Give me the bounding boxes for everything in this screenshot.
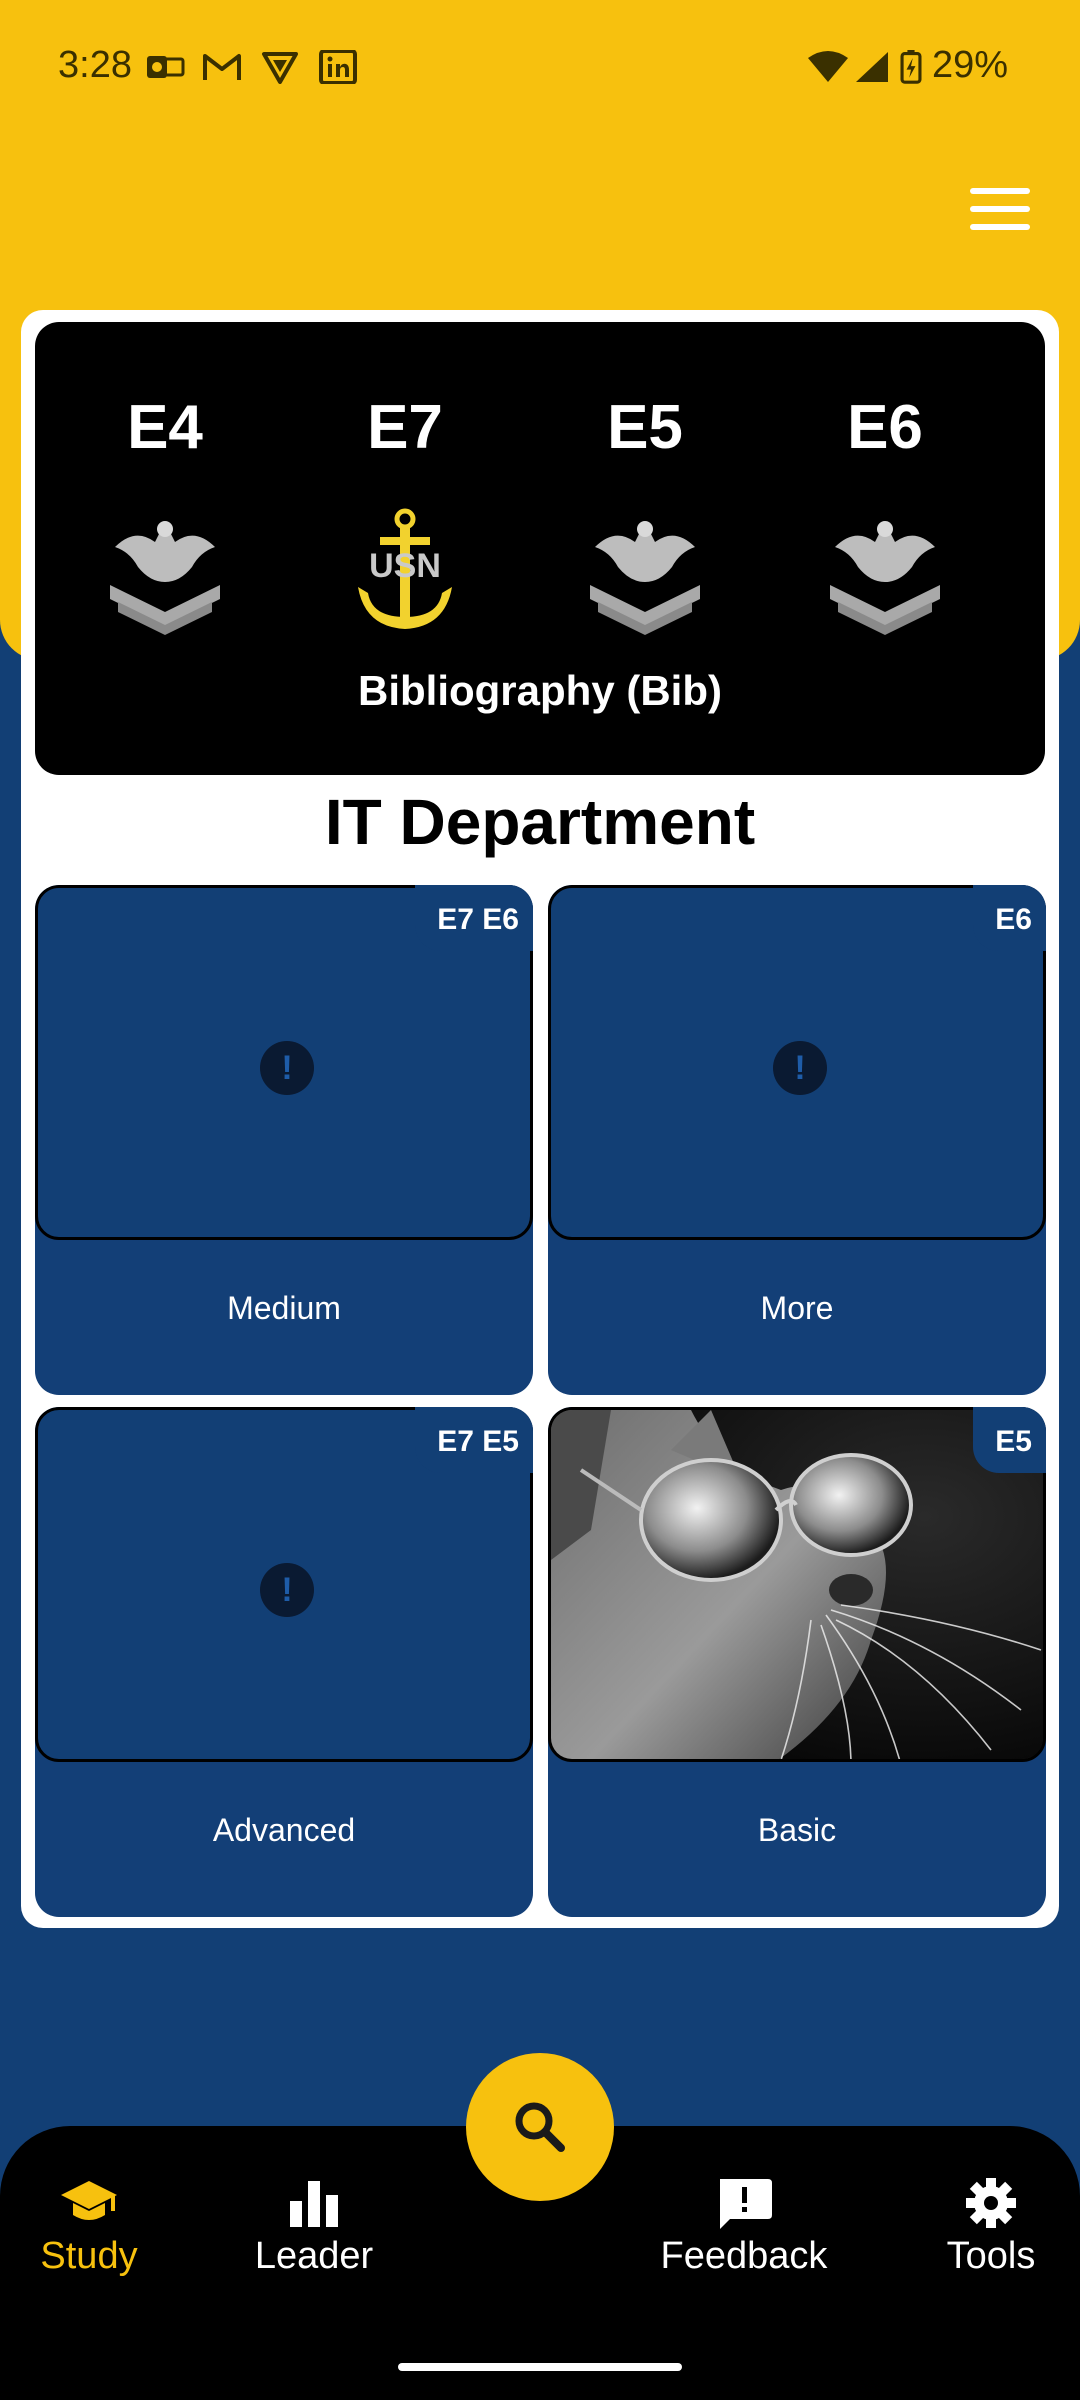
wifi-icon [808, 51, 848, 82]
proton-vpn-icon [262, 52, 298, 84]
petty-officer-eagle-chevron-icon [590, 521, 700, 635]
hamburger-menu-icon[interactable] [970, 184, 1040, 234]
rank-badge: E6 [973, 885, 1046, 951]
tile-label: Medium [227, 1290, 341, 1326]
study-tile-medium[interactable]: ! E7 E6 Medium [35, 885, 533, 1395]
alert-icon: ! [260, 1041, 314, 1095]
nav-item-tools[interactable]: Tools [891, 2175, 1080, 2278]
nav-item-feedback[interactable]: Feedback [644, 2175, 844, 2278]
study-tile-basic[interactable]: E5 Basic [548, 1407, 1046, 1917]
status-time: 3:28 [58, 44, 132, 86]
status-bar: 3:28 29% [0, 0, 1080, 135]
tile-media [548, 1407, 1046, 1762]
linkedin-icon [319, 50, 357, 84]
gmail-icon [203, 54, 241, 80]
department-title: IT Department [324, 786, 756, 858]
nav-label: Tools [946, 2235, 1036, 2277]
study-tile-advanced[interactable]: ! E7 E5 Advanced [35, 1407, 533, 1917]
nav-item-leader[interactable]: Leader [214, 2175, 414, 2278]
outlook-icon [147, 56, 185, 78]
study-tile-more[interactable]: ! E6 More [548, 885, 1046, 1395]
rank-hero-banner[interactable]: E4 E7 E5 E6 USN Bibliography (Bib) [35, 322, 1045, 775]
search-button[interactable] [466, 2053, 614, 2201]
gear-icon [966, 2178, 1016, 2228]
cat-with-sunglasses-image [551, 1410, 1043, 1759]
rank-label: E4 [127, 393, 203, 462]
alert-icon: ! [773, 1041, 827, 1095]
nav-item-study[interactable]: Study [0, 2175, 189, 2278]
petty-officer-eagle-chevron-icon [830, 521, 940, 635]
battery-percent: 29% [932, 44, 1009, 86]
chief-anchor-usn-icon: USN [358, 508, 452, 629]
svg-text:USN: USN [369, 547, 441, 585]
alert-icon: ! [260, 1563, 314, 1617]
bar-chart-icon [290, 2181, 338, 2227]
rank-label: E5 [607, 393, 683, 462]
feedback-icon [720, 2179, 772, 2229]
nav-label: Study [40, 2235, 138, 2277]
rank-badge: E7 E5 [415, 1407, 533, 1473]
home-indicator[interactable] [398, 2363, 682, 2371]
search-icon [515, 2102, 565, 2152]
petty-officer-eagle-chevron-icon [110, 521, 220, 635]
nav-label: Leader [254, 2235, 374, 2277]
tile-label: Advanced [212, 1812, 356, 1848]
rank-badge: E7 E6 [415, 885, 533, 951]
hero-subtitle: Bibliography (Bib) [358, 667, 722, 714]
rank-badge: E5 [973, 1407, 1046, 1473]
graduation-cap-icon [61, 2181, 117, 2220]
tile-label: More [760, 1290, 834, 1326]
content-card: E4 E7 E5 E6 USN Bibliography (Bib) IT De… [21, 310, 1059, 1928]
cell-signal-icon [856, 52, 888, 82]
rank-label: E7 [367, 393, 443, 462]
battery-charging-icon [900, 50, 922, 84]
tile-media: ! [548, 885, 1046, 1240]
nav-label: Feedback [660, 2235, 828, 2277]
tile-label: Basic [757, 1812, 837, 1848]
rank-label: E6 [847, 393, 923, 462]
